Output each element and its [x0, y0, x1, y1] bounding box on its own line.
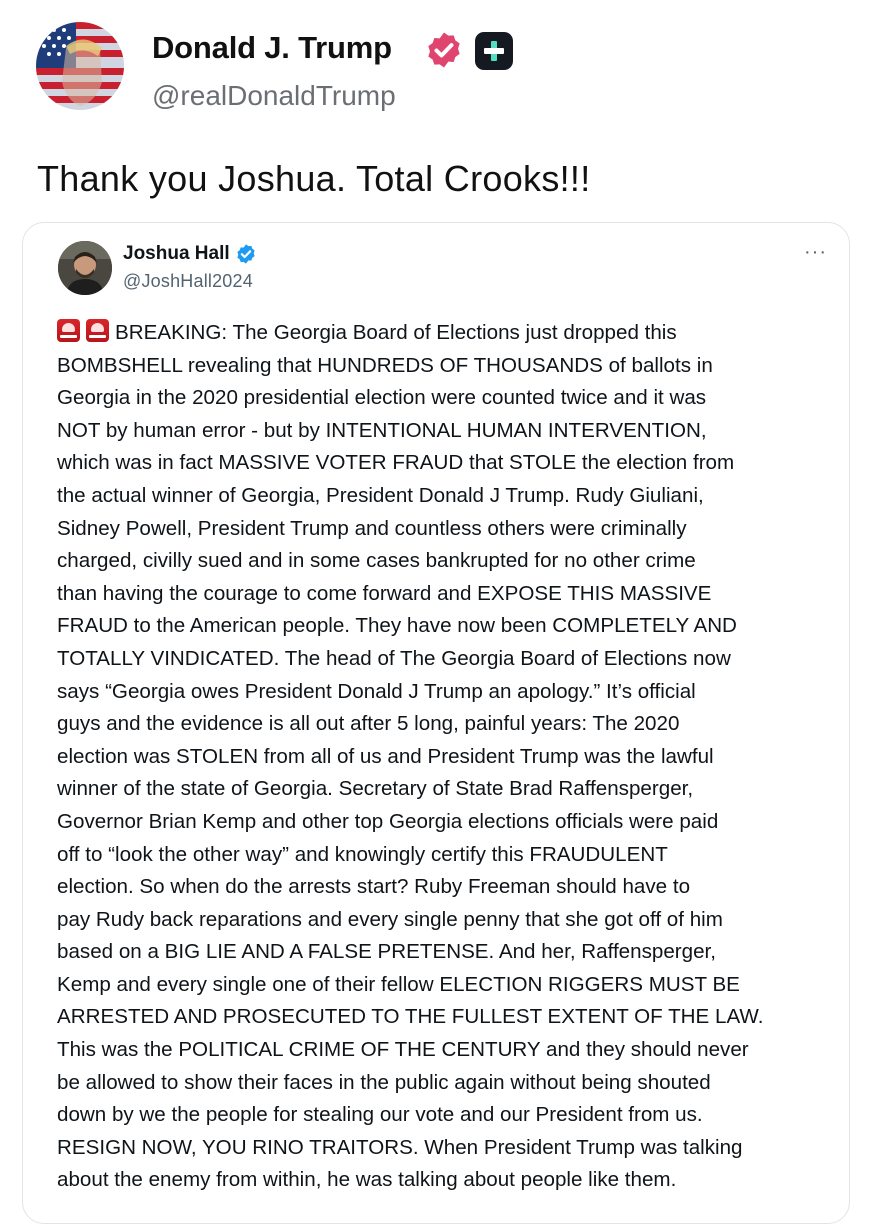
quoted-text-line: down by we the people for stealing our v… — [57, 1099, 841, 1132]
quoted-text-span: off to “look the other way” and knowingl… — [57, 842, 668, 866]
quoted-text-line: Sidney Powell, President Trump and count… — [57, 513, 841, 546]
avatar[interactable] — [36, 22, 124, 110]
quoted-text-line: says “Georgia owes President Donald J Tr… — [57, 676, 841, 709]
quoted-text-span: Georgia in the 2020 presidential electio… — [57, 386, 707, 410]
quoted-text-line: winner of the state of Georgia. Secretar… — [57, 773, 841, 806]
quoted-text-line: off to “look the other way” and knowingl… — [57, 839, 841, 872]
quoted-text-span: than having the courage to come forward … — [57, 581, 712, 605]
quoted-text-line: Georgia in the 2020 presidential electio… — [57, 382, 841, 415]
quoted-text-line: the actual winner of Georgia, President … — [57, 480, 841, 513]
quoted-text-line: pay Rudy back reparations and every sing… — [57, 904, 841, 937]
quoted-text-span: the actual winner of Georgia, President … — [57, 483, 704, 507]
quoted-avatar-image — [58, 241, 112, 295]
quoted-text-line: BREAKING: The Georgia Board of Elections… — [57, 317, 841, 350]
post-text: Thank you Joshua. Total Crooks!!! — [37, 158, 591, 199]
quoted-text-line: about the enemy from within, he was talk… — [57, 1164, 841, 1197]
verified-badge-icon — [428, 32, 460, 68]
quoted-text-line: election. So when do the arrests start? … — [57, 871, 841, 904]
quoted-text-line: be allowed to show their faces in the pu… — [57, 1067, 841, 1100]
quoted-text-span: about the enemy from within, he was talk… — [57, 1168, 677, 1192]
quoted-text-span: says “Georgia owes President Donald J Tr… — [57, 679, 696, 703]
quoted-text-line: This was the POLITICAL CRIME OF THE CENT… — [57, 1034, 841, 1067]
quoted-author-name[interactable]: Joshua Hall — [123, 243, 230, 265]
quoted-text-span: based on a BIG LIE AND A FALSE PRETENSE.… — [57, 940, 716, 964]
quoted-text-span: Governor Brian Kemp and other top Georgi… — [57, 809, 719, 833]
author-name[interactable]: Donald J. Trump — [152, 30, 392, 66]
author-handle[interactable]: @realDonaldTrump — [152, 80, 396, 112]
quoted-text-span: FRAUD to the American people. They have … — [57, 614, 737, 638]
quoted-text-line: guys and the evidence is all out after 5… — [57, 708, 841, 741]
siren-icon — [57, 319, 80, 342]
quoted-text-line: NOT by human error - but by INTENTIONAL … — [57, 415, 841, 448]
quoted-avatar[interactable] — [58, 241, 112, 295]
quoted-text-line: which was in fact MASSIVE VOTER FRAUD th… — [57, 447, 841, 480]
quoted-text-span: pay Rudy back reparations and every sing… — [57, 907, 723, 931]
quoted-text-line: FRAUD to the American people. They have … — [57, 610, 841, 643]
quoted-text-span: Kemp and every single one of their fello… — [57, 972, 740, 996]
quoted-text-span: BOMBSHELL revealing that HUNDREDS OF THO… — [57, 353, 713, 377]
quoted-text-span: down by we the people for stealing our v… — [57, 1103, 703, 1127]
quoted-post-card[interactable]: Joshua Hall @JoshHall2024 ··· BREAKING: … — [22, 222, 850, 1224]
plus-badge-icon — [475, 32, 513, 70]
quoted-text-span: charged, civilly sued and in some cases … — [57, 549, 696, 573]
quoted-text-line: ARRESTED AND PROSECUTED TO THE FULLEST E… — [57, 1001, 841, 1034]
quoted-text-line: Governor Brian Kemp and other top Georgi… — [57, 806, 841, 839]
quoted-post-text: BREAKING: The Georgia Board of Elections… — [57, 317, 841, 1197]
quoted-text-span: be allowed to show their faces in the pu… — [57, 1070, 711, 1094]
avatar-image — [36, 22, 124, 110]
quoted-text-line: TOTALLY VINDICATED. The head of The Geor… — [57, 643, 841, 676]
quoted-text-line: based on a BIG LIE AND A FALSE PRETENSE.… — [57, 936, 841, 969]
quoted-text-line: charged, civilly sued and in some cases … — [57, 545, 841, 578]
quoted-text-line: RESIGN NOW, YOU RINO TRAITORS. When Pres… — [57, 1132, 841, 1165]
quoted-text-span: NOT by human error - but by INTENTIONAL … — [57, 418, 707, 442]
quoted-text-span: BREAKING: The Georgia Board of Elections… — [115, 321, 677, 344]
quoted-text-line: Kemp and every single one of their fello… — [57, 969, 841, 1002]
quoted-text-span: ARRESTED AND PROSECUTED TO THE FULLEST E… — [57, 1005, 764, 1029]
quoted-text-span: RESIGN NOW, YOU RINO TRAITORS. When Pres… — [57, 1135, 743, 1159]
quoted-text-line: than having the courage to come forward … — [57, 578, 841, 611]
quoted-text-span: which was in fact MASSIVE VOTER FRAUD th… — [57, 451, 735, 475]
quoted-text-span: Sidney Powell, President Trump and count… — [57, 516, 687, 540]
more-options-icon[interactable]: ··· — [804, 241, 827, 264]
quoted-author-handle[interactable]: @JoshHall2024 — [123, 271, 253, 292]
quoted-text-span: election was STOLEN from all of us and P… — [57, 744, 714, 768]
quoted-text-span: guys and the evidence is all out after 5… — [57, 712, 680, 736]
quoted-text-line: BOMBSHELL revealing that HUNDREDS OF THO… — [57, 350, 841, 383]
siren-icon — [86, 319, 109, 342]
quoted-text-span: winner of the state of Georgia. Secretar… — [57, 777, 694, 801]
verified-badge-icon — [237, 244, 255, 264]
quoted-text-line: election was STOLEN from all of us and P… — [57, 741, 841, 774]
quoted-text-span: This was the POLITICAL CRIME OF THE CENT… — [57, 1038, 749, 1062]
quoted-text-span: TOTALLY VINDICATED. The head of The Geor… — [57, 646, 731, 670]
quoted-text-span: election. So when do the arrests start? … — [57, 875, 691, 899]
